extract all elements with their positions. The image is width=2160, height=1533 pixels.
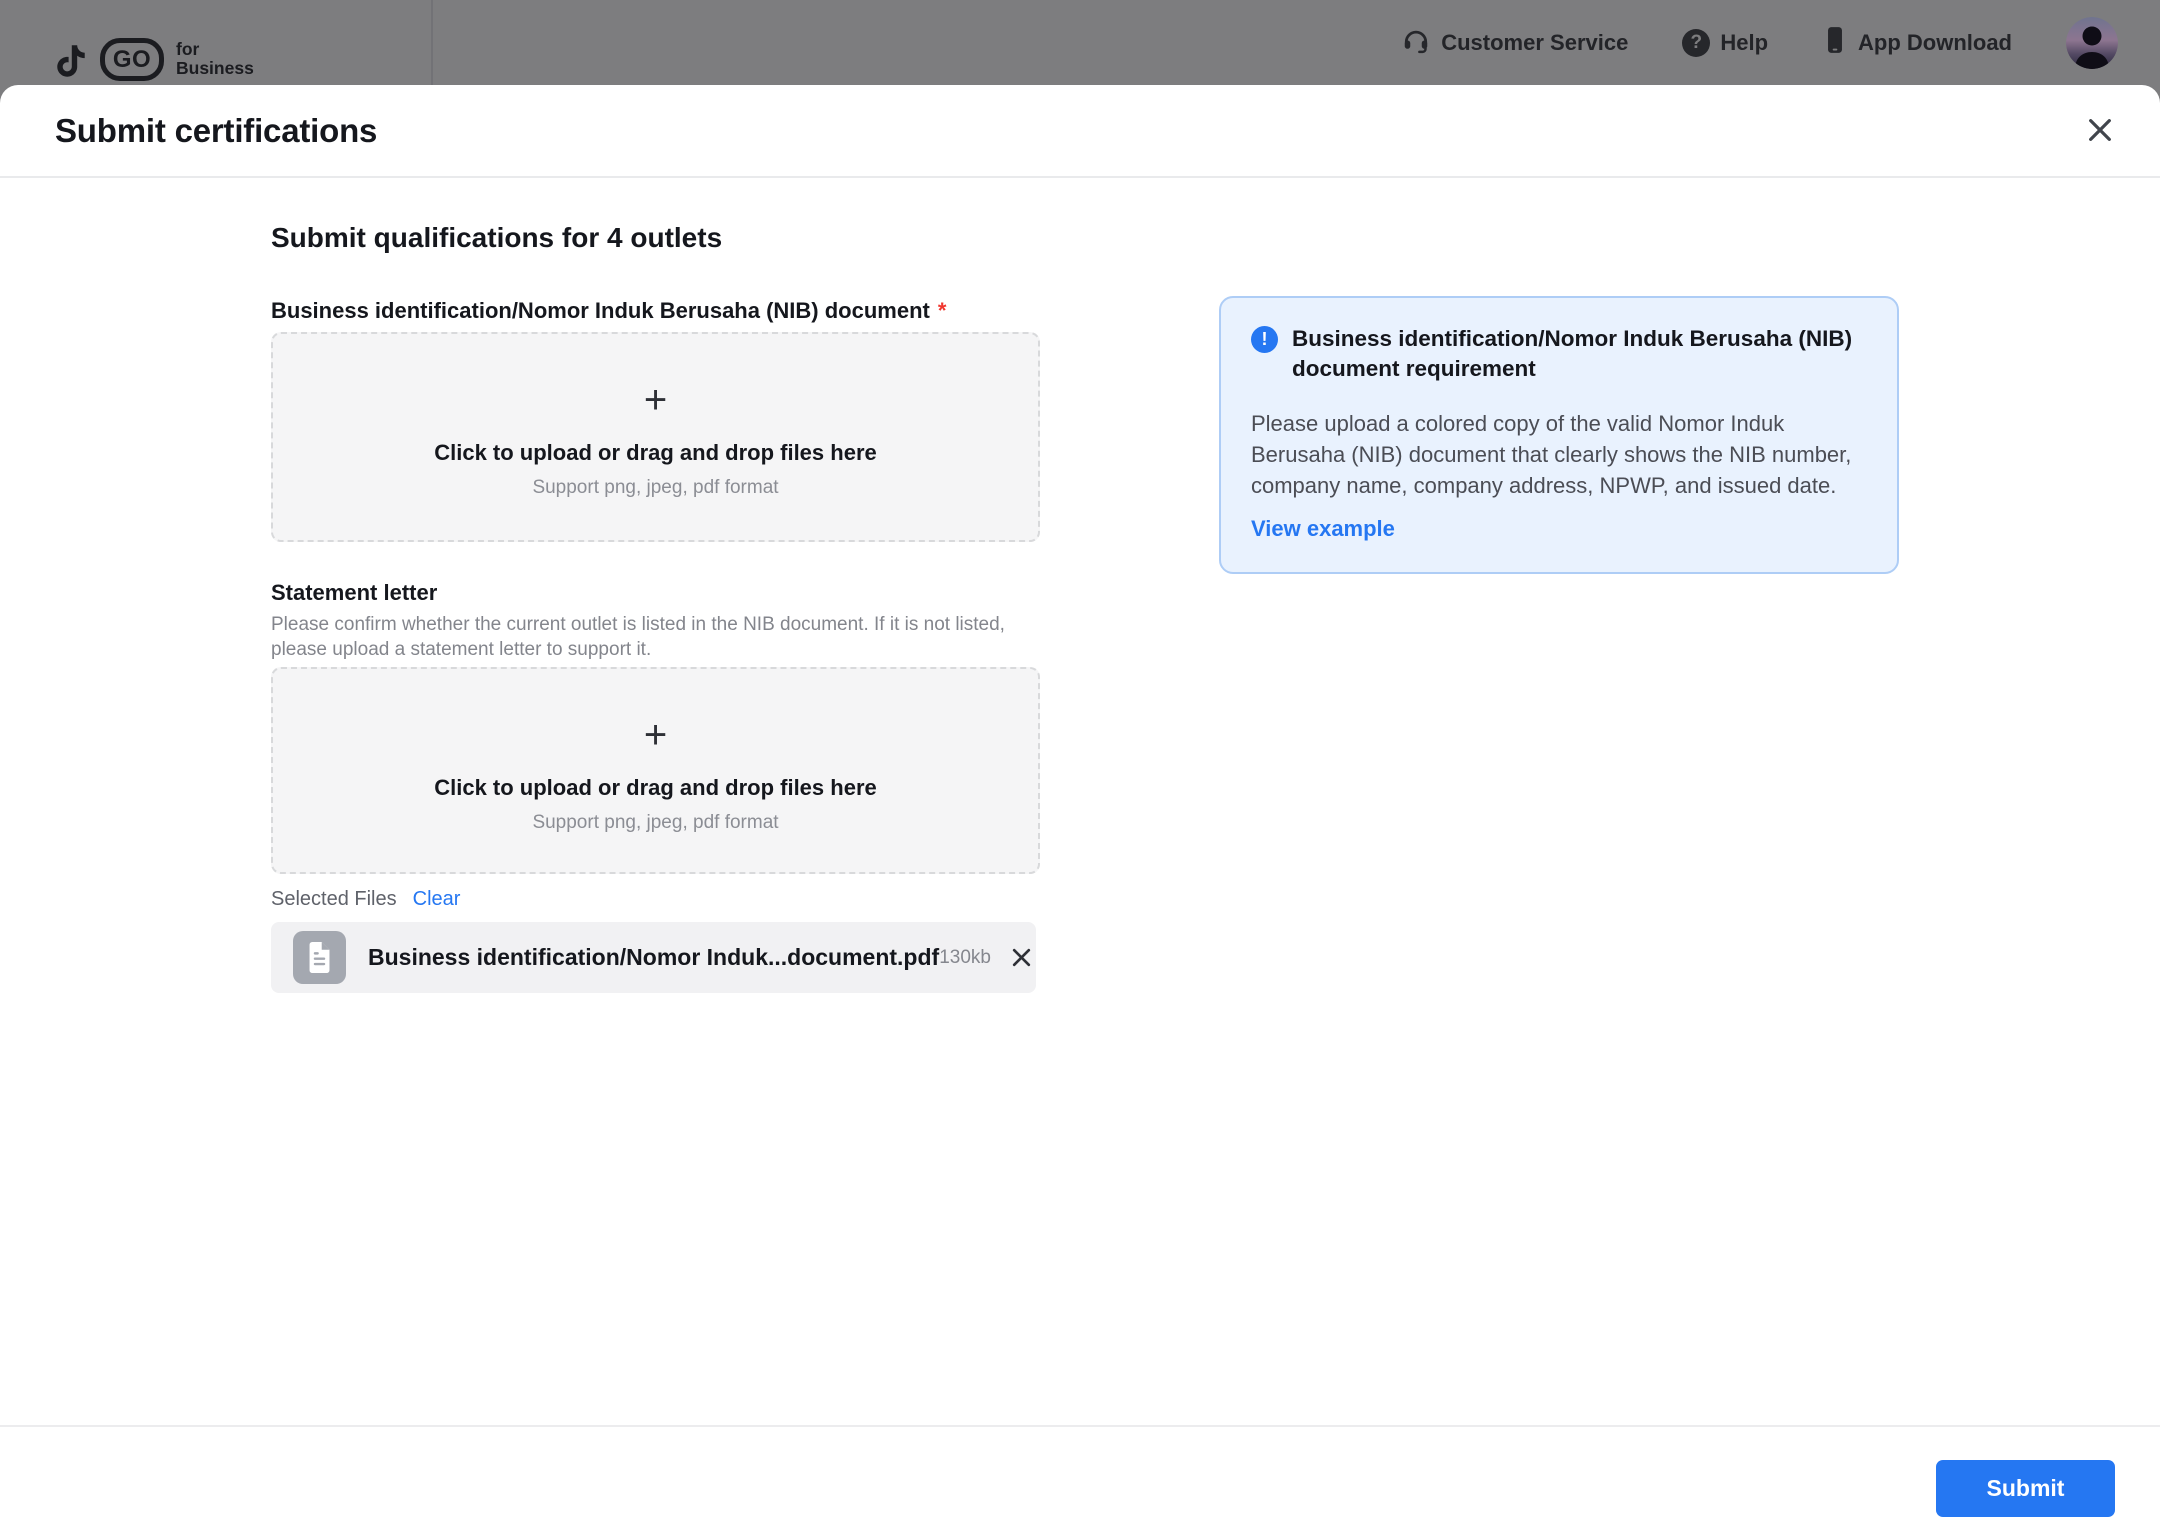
required-asterisk: * [938,298,947,323]
file-document-icon [293,931,346,984]
modal-header: Submit certifications [0,85,2160,178]
info-box-body: Please upload a colored copy of the vali… [1251,408,1867,501]
help-button[interactable]: ? Help [1682,29,1768,57]
for-business-label: for Business [176,40,254,78]
statement-letter-label: Statement letter [271,580,437,606]
page-title: Submit qualifications for 4 outlets [271,222,722,254]
tiktok-note-icon [50,36,92,91]
customer-service-button[interactable]: Customer Service [1401,25,1628,61]
plus-icon: + [644,380,667,420]
file-name: Business identification/Nomor Induk...do… [368,944,939,971]
page: GO for Business Customer Service [0,0,2160,1533]
go-badge: GO [100,38,164,81]
app-top-bar: GO for Business Customer Service [0,0,2160,85]
view-example-link[interactable]: View example [1251,516,1395,542]
nib-document-label: Business identification/Nomor Induk Beru… [271,298,946,324]
nib-upload-dropzone[interactable]: + Click to upload or drag and drop files… [271,332,1040,542]
tiktok-go-for-business-logo[interactable]: GO for Business [50,34,254,91]
customer-service-label: Customer Service [1441,30,1628,56]
upload-title: Click to upload or drag and drop files h… [434,775,877,801]
uploaded-file-item: Business identification/Nomor Induk...do… [271,922,1036,993]
phone-icon [1822,25,1848,61]
modal-body: Submit qualifications for 4 outlets Busi… [0,178,2160,1425]
upload-subtitle: Support png, jpeg, pdf format [532,477,778,499]
upload-title: Click to upload or drag and drop files h… [434,440,877,466]
submit-button[interactable]: Submit [1936,1460,2115,1517]
selected-files-label: Selected Files [271,888,397,911]
statement-upload-dropzone[interactable]: + Click to upload or drag and drop files… [271,667,1040,874]
file-size: 130kb [939,947,991,969]
selected-files-row: Selected Files Clear [271,888,460,911]
info-alert-icon: ! [1251,326,1278,353]
user-avatar[interactable] [2066,17,2118,69]
info-title-row: ! Business identification/Nomor Induk Be… [1251,324,1867,384]
close-icon[interactable] [2083,113,2117,147]
statement-letter-description: Please confirm whether the current outle… [271,612,1046,662]
help-label: Help [1720,30,1768,56]
help-icon: ? [1682,29,1710,57]
clear-files-link[interactable]: Clear [413,888,461,911]
plus-icon: + [644,715,667,755]
app-download-button[interactable]: App Download [1822,25,2012,61]
nib-requirement-info-box: ! Business identification/Nomor Induk Be… [1219,296,1899,574]
sidebar-divider [431,0,433,85]
headset-icon [1401,25,1431,61]
modal-title: Submit certifications [55,85,377,176]
top-nav: Customer Service ? Help App Download [1401,0,2118,85]
app-download-label: App Download [1858,30,2012,56]
upload-subtitle: Support png, jpeg, pdf format [532,812,778,834]
remove-file-icon[interactable] [1009,945,1035,971]
info-box-title: Business identification/Nomor Induk Beru… [1292,324,1867,384]
modal-footer: Submit [0,1425,2160,1533]
submit-certifications-modal: Submit certifications Submit qualificati… [0,85,2160,1533]
